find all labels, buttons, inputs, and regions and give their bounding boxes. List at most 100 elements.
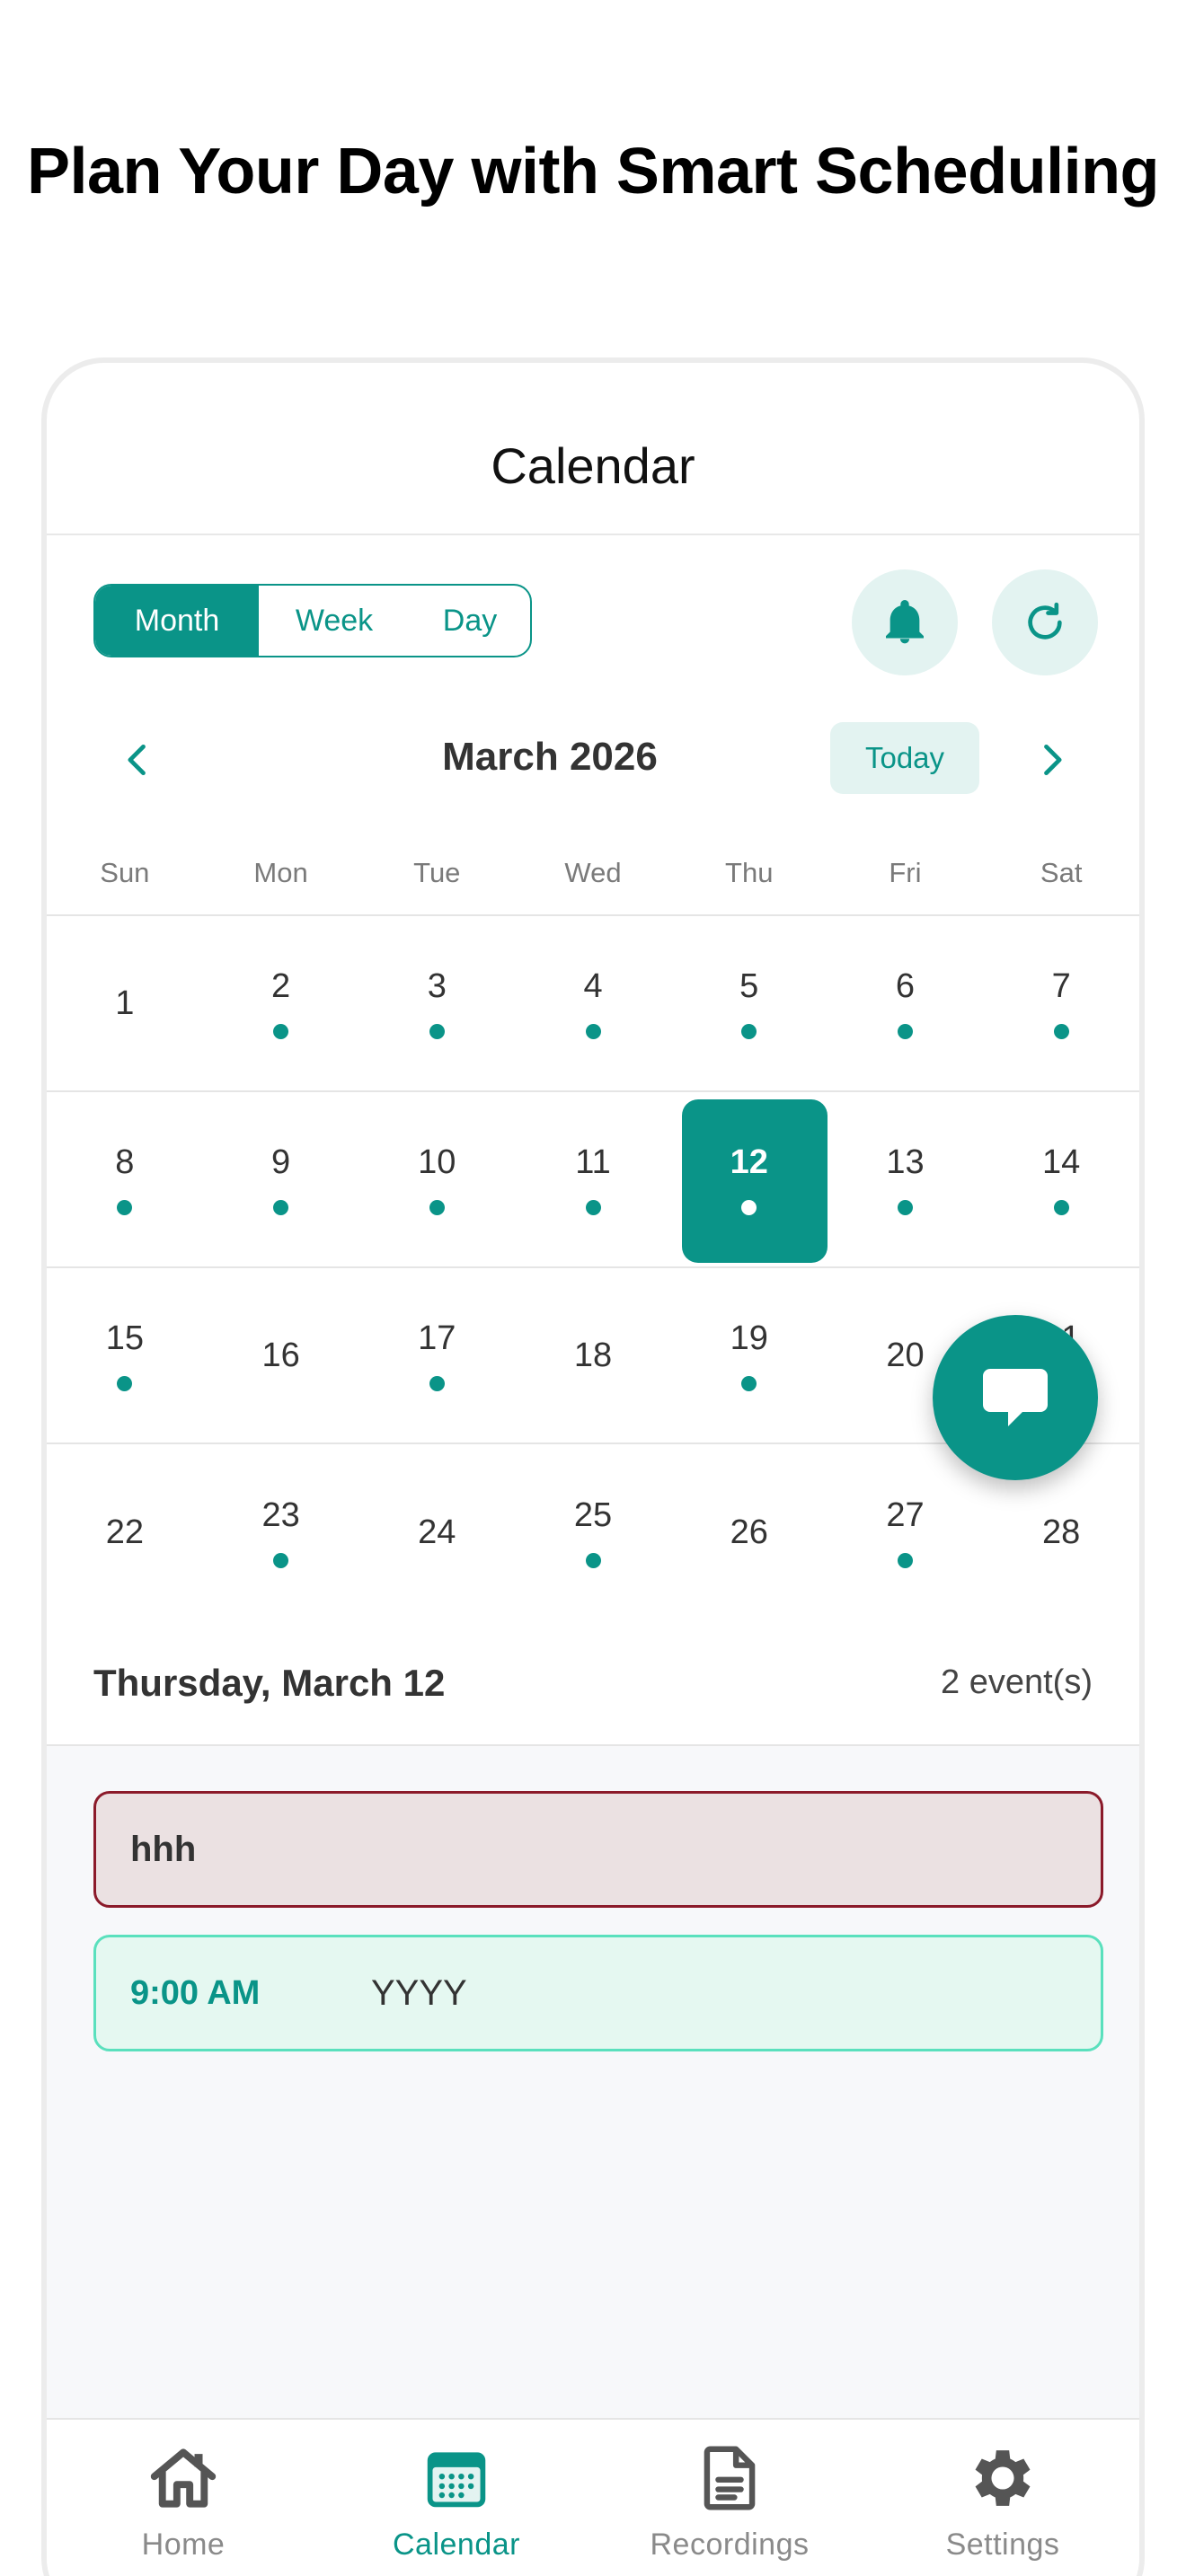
- gear-icon: [975, 2450, 1031, 2506]
- day-cell[interactable]: 11: [515, 1092, 671, 1266]
- chevron-right-icon: [1044, 744, 1062, 776]
- day-number: 16: [261, 1336, 300, 1374]
- day-cell[interactable]: 4: [515, 916, 671, 1090]
- day-number: 20: [886, 1336, 925, 1374]
- event-indicator-dot: [1053, 1024, 1069, 1039]
- next-month-button[interactable]: [1026, 735, 1076, 785]
- day-cell[interactable]: 5: [671, 916, 828, 1090]
- weekday-label: Thu: [725, 857, 774, 888]
- day-number: 24: [418, 1513, 456, 1551]
- week-row: 22 23 24 25 26 27 28: [47, 1444, 1139, 1620]
- screen-title: Calendar: [491, 437, 695, 494]
- event-indicator-dot: [741, 1200, 757, 1215]
- tab-label: Home: [141, 2527, 226, 2562]
- week-row: 8 9 10 11 12 13 14: [47, 1092, 1139, 1268]
- view-mode-switch: Month Week Day: [93, 584, 532, 657]
- day-number: 17: [418, 1319, 456, 1357]
- event-indicator-dot: [273, 1200, 289, 1215]
- day-number: 10: [418, 1143, 456, 1181]
- chat-fab-button[interactable]: [933, 1315, 1098, 1480]
- weekday-label: Wed: [564, 857, 622, 888]
- day-cell[interactable]: 15: [47, 1268, 203, 1442]
- refresh-button[interactable]: [992, 569, 1098, 675]
- day-cell[interactable]: 27: [828, 1444, 984, 1620]
- day-cell[interactable]: 9: [203, 1092, 359, 1266]
- document-icon: [704, 2446, 756, 2510]
- event-indicator-dot: [429, 1024, 445, 1039]
- event-title: hhh: [130, 1829, 197, 1869]
- day-cell[interactable]: 25: [515, 1444, 671, 1620]
- day-cell[interactable]: 23: [203, 1444, 359, 1620]
- day-number: 27: [886, 1496, 925, 1534]
- day-number: 6: [895, 967, 916, 1005]
- tab-recordings[interactable]: Recordings: [593, 2420, 866, 2576]
- day-number: 12: [730, 1143, 768, 1181]
- day-number: 8: [115, 1143, 135, 1181]
- event-indicator-dot: [117, 1376, 133, 1391]
- tab-home[interactable]: Home: [47, 2420, 320, 2576]
- bottom-tab-bar: Home Calendar Recordings Settings: [47, 2418, 1139, 2576]
- day-number: 14: [1042, 1143, 1081, 1181]
- day-cell[interactable]: 18: [515, 1268, 671, 1442]
- bell-icon: [886, 600, 924, 644]
- day-cell[interactable]: 16: [203, 1268, 359, 1442]
- event-indicator-dot: [117, 1200, 133, 1215]
- month-navigation: March 2026 Today: [47, 719, 1139, 799]
- day-number: 15: [105, 1319, 144, 1357]
- title-divider: [47, 534, 1139, 535]
- day-cell[interactable]: 6: [828, 916, 984, 1090]
- day-number: 9: [271, 1143, 291, 1181]
- event-item[interactable]: 9:00 AM YYYY: [93, 1935, 1103, 2051]
- event-indicator-dot: [429, 1200, 445, 1215]
- day-cell[interactable]: 2: [203, 916, 359, 1090]
- event-list: hhh 9:00 AM YYYY: [47, 1744, 1139, 2418]
- day-number: 2: [271, 967, 291, 1005]
- day-cell-selected[interactable]: 12: [671, 1092, 828, 1266]
- day-number: 26: [730, 1513, 768, 1551]
- weekday-label: Sat: [1040, 857, 1083, 888]
- day-number: 28: [1042, 1513, 1081, 1551]
- tab-label: Settings: [945, 2527, 1060, 2562]
- view-month-button[interactable]: Month: [95, 586, 259, 656]
- home-icon: [150, 2448, 217, 2508]
- promo-headline: Plan Your Day with Smart Scheduling: [26, 136, 1160, 207]
- day-cell[interactable]: 22: [47, 1444, 203, 1620]
- calendar-icon: [427, 2452, 486, 2508]
- today-button[interactable]: Today: [830, 722, 979, 794]
- event-indicator-dot: [741, 1376, 757, 1391]
- day-cell[interactable]: 24: [358, 1444, 515, 1620]
- event-indicator-dot: [897, 1200, 913, 1215]
- event-indicator-dot: [1053, 1200, 1069, 1215]
- day-cell[interactable]: 10: [358, 1092, 515, 1266]
- day-cell[interactable]: 17: [358, 1268, 515, 1442]
- tab-settings[interactable]: Settings: [866, 2420, 1139, 2576]
- selected-day-title: Thursday, March 12: [93, 1662, 446, 1704]
- day-cell[interactable]: 1: [47, 916, 203, 1090]
- view-day-button[interactable]: Day: [410, 586, 530, 656]
- tab-calendar[interactable]: Calendar: [320, 2420, 593, 2576]
- month-grid: 1234567891011121314151617181920212223242…: [47, 916, 1139, 1620]
- day-number: 11: [575, 1143, 611, 1181]
- notifications-button[interactable]: [852, 569, 958, 675]
- day-number: 25: [573, 1496, 613, 1534]
- day-number: 19: [730, 1319, 768, 1357]
- day-cell[interactable]: 3: [358, 916, 515, 1090]
- day-number: 7: [1051, 967, 1071, 1005]
- day-cell[interactable]: 14: [983, 1092, 1139, 1266]
- prev-month-button[interactable]: [113, 735, 164, 785]
- event-time: 9:00 AM: [130, 1973, 261, 2012]
- view-week-button[interactable]: Week: [259, 586, 410, 656]
- day-number: 1: [115, 984, 135, 1022]
- day-number: 5: [739, 967, 759, 1005]
- day-cell[interactable]: 26: [671, 1444, 828, 1620]
- day-cell[interactable]: 19: [671, 1268, 828, 1442]
- day-cell[interactable]: 13: [828, 1092, 984, 1266]
- day-cell[interactable]: 7: [983, 916, 1139, 1090]
- chevron-left-icon: [128, 744, 146, 776]
- day-number: 18: [573, 1336, 613, 1374]
- tab-label: Calendar: [393, 2527, 520, 2562]
- event-indicator-dot: [429, 1376, 445, 1391]
- event-item[interactable]: hhh: [93, 1791, 1103, 1908]
- day-cell[interactable]: 8: [47, 1092, 203, 1266]
- chat-bubble-icon: [983, 1369, 1048, 1426]
